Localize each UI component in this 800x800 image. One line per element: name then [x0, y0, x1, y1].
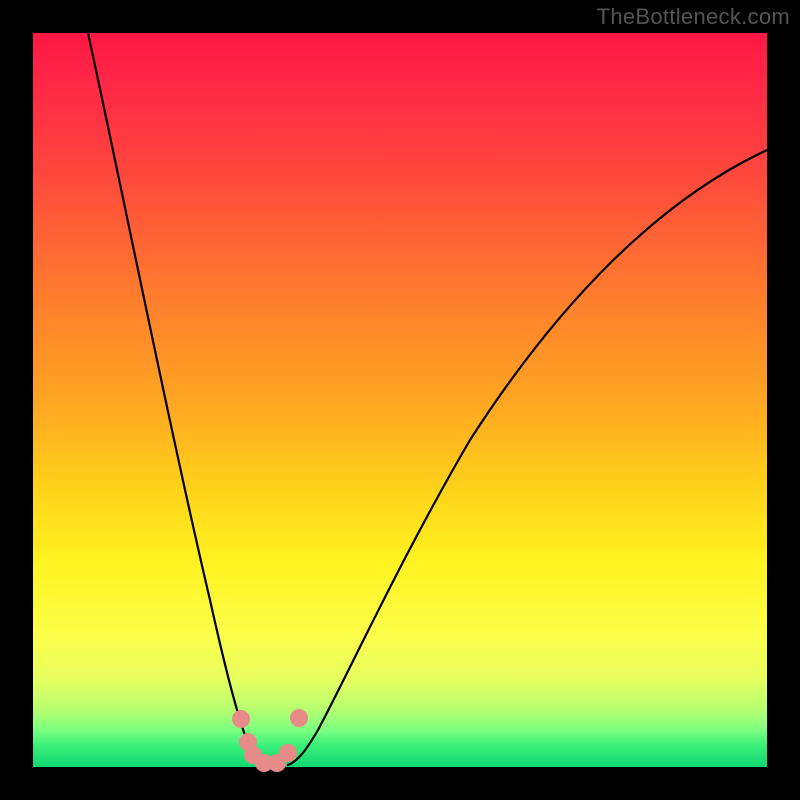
marker — [232, 710, 250, 728]
marker — [279, 744, 297, 762]
watermark-text: TheBottleneck.com — [597, 4, 790, 30]
plot-area — [33, 33, 767, 767]
bottleneck-curve-chart — [0, 0, 800, 800]
marker — [290, 709, 308, 727]
chart-container: TheBottleneck.com — [0, 0, 800, 800]
